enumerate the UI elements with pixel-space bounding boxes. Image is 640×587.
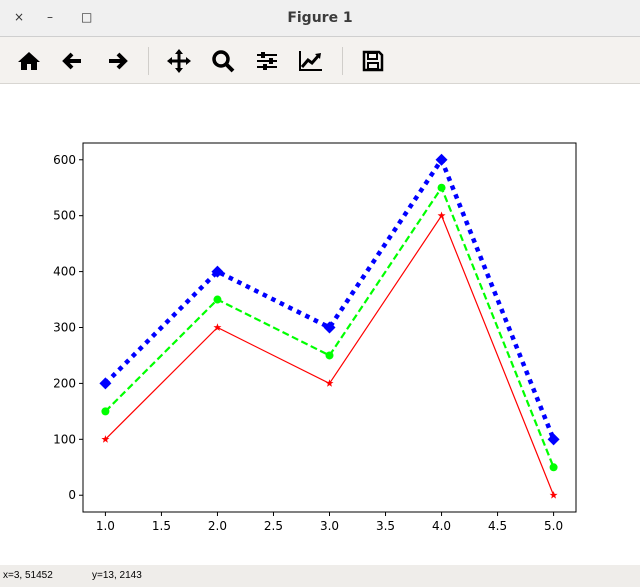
data-point-green [325, 351, 334, 360]
toolbar [0, 37, 640, 84]
save-icon[interactable] [360, 48, 386, 74]
y-tick-label: 400 [53, 265, 76, 279]
data-point-green [549, 463, 558, 472]
data-point-green [213, 295, 222, 304]
separator [148, 47, 149, 75]
configure-subplots-icon[interactable] [254, 48, 280, 74]
x-tick-label: 2.5 [264, 519, 283, 533]
x-tick-label: 3.0 [320, 519, 339, 533]
separator [342, 47, 343, 75]
cursor-x-readout: x=3, 51452 [3, 570, 53, 581]
x-tick-label: 1.0 [96, 519, 115, 533]
x-tick-label: 1.5 [152, 519, 171, 533]
cursor-y-readout: y=13, 2143 [92, 570, 142, 581]
back-icon[interactable] [60, 48, 86, 74]
forward-icon[interactable] [104, 48, 130, 74]
data-point-green [101, 407, 110, 416]
x-tick-label: 2.0 [208, 519, 227, 533]
pan-icon[interactable] [166, 48, 192, 74]
x-tick-label: 3.5 [376, 519, 395, 533]
edit-axes-icon[interactable] [298, 48, 324, 74]
zoom-icon[interactable] [210, 48, 236, 74]
y-tick-label: 500 [53, 209, 76, 223]
status-bar: x=3, 51452 y=13, 2143 [0, 565, 640, 587]
data-point-green [437, 183, 446, 192]
window-title: Figure 1 [287, 10, 353, 26]
x-tick-label: 5.0 [544, 519, 563, 533]
x-tick-label: 4.5 [488, 519, 507, 533]
y-tick-label: 300 [53, 321, 76, 335]
x-tick-label: 4.0 [432, 519, 451, 533]
y-tick-label: 600 [53, 153, 76, 167]
y-tick-label: 0 [68, 488, 76, 502]
y-tick-label: 200 [53, 376, 76, 390]
plot-canvas[interactable]: 1.0 1.5 2.0 2.5 3.0 3.5 4.0 4.5 5.0 0 100 200 300 400… [0, 85, 640, 565]
title-bar: × – □ Figure 1 [0, 0, 640, 37]
home-icon[interactable] [16, 48, 42, 74]
y-tick-label: 100 [53, 432, 76, 446]
